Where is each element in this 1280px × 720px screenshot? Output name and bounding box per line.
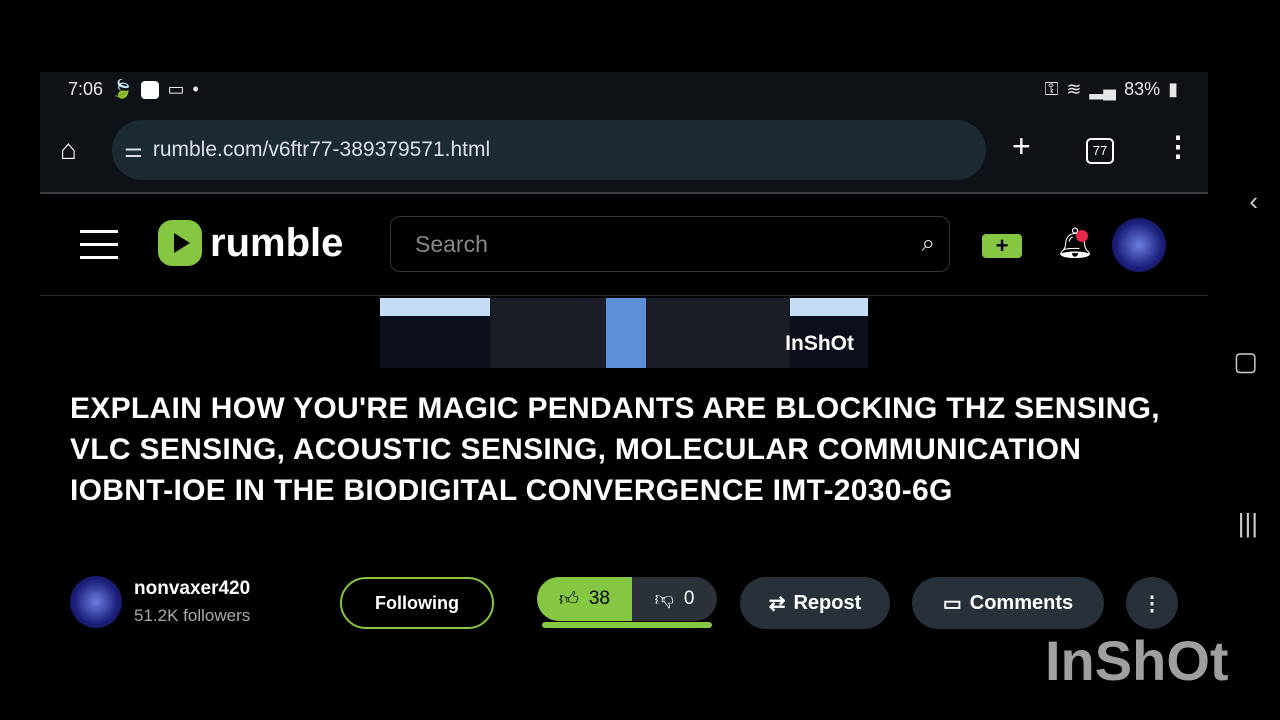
site-settings-icon[interactable]: ⚌ [124,138,143,163]
user-avatar[interactable] [1112,218,1166,272]
battery-level: 83% [1124,79,1161,99]
bell-icon[interactable]: 🔔︎ [1056,226,1094,261]
dot-icon: • [192,79,199,99]
dislike-button[interactable]: 👎︎ 0 [632,577,717,621]
inshot-watermark: InShOt [1045,629,1229,692]
vpn-key-icon: ⚿ [1044,79,1059,99]
upload-video-icon[interactable]: + [982,234,1022,258]
channel-avatar[interactable] [70,576,122,628]
repost-icon: ⇄ [768,592,786,615]
back-nav-icon[interactable]: ‹ [1249,186,1258,217]
like-ratio-bar [542,622,712,628]
search-input[interactable]: Search ⌕ [390,216,950,272]
hamburger-menu-icon[interactable] [80,230,118,269]
kebab-icon: ⋮ [1142,592,1162,615]
address-bar[interactable]: ⚌ rumble.com/v6ftr77-389379571.html [112,120,986,180]
recents-nav-icon[interactable]: ||| [1238,508,1258,539]
video-player[interactable]: InShOt [380,298,868,368]
channel-name[interactable]: nonvaxer420 [134,578,250,600]
search-icon[interactable]: ⌕ [922,217,935,271]
more-menu-icon[interactable]: ⋮ [1164,130,1192,163]
phone-screen: 7:06 🍃 ▭ • ⚿ ≋ ▂▄ 83% ▮ ⌂ ⚌ rumble.com/v6ftr77-3… [40,72,1208,672]
leaf-icon: 🍃 [111,79,134,99]
video-watermark: InShOt [785,332,854,355]
comment-icon: ▭ [942,592,962,615]
repost-button[interactable]: ⇄ Repost [740,577,890,629]
home-icon[interactable]: ⌂ [60,134,77,166]
notification-dot [1076,230,1088,242]
comments-button[interactable]: ▭ Comments [912,577,1104,629]
follower-count: 51.2K followers [134,606,251,625]
like-button[interactable]: 👍︎ 38 [537,577,632,621]
vote-buttons: 👍︎ 38 👎︎ 0 [537,577,717,621]
tab-count-button[interactable]: 77 [1086,138,1114,164]
signal-icon: ▂▄ [1089,79,1117,99]
site-header: rumble Search ⌕ + 🔔︎ [40,196,1208,296]
browser-toolbar: ⌂ ⚌ rumble.com/v6ftr77-389379571.html + 7… [40,108,1208,194]
video-title: EXPLAIN HOW YOU'RE MAGIC PENDANTS ARE BL… [70,392,1160,507]
thumbs-down-icon: 👎︎ [654,588,674,610]
url-text: rumble.com/v6ftr77-389379571.html [152,138,491,161]
camera-icon: ▭ [167,79,185,99]
wifi-icon: ≋ [1066,79,1082,99]
new-tab-icon[interactable]: + [1012,128,1031,165]
more-options-button[interactable]: ⋮ [1126,577,1178,629]
thumbs-up-icon: 👍︎ [559,588,579,610]
battery-icon: ▮ [1168,79,1178,99]
following-button[interactable]: Following [340,577,494,629]
status-bar: 7:06 🍃 ▭ • ⚿ ≋ ▂▄ 83% ▮ [40,72,1208,108]
clock: 7:06 [68,79,104,99]
rumble-logo[interactable]: rumble [158,220,343,266]
app-icon [141,80,160,99]
home-nav-icon[interactable]: ▢ [1233,346,1258,377]
play-logo-icon [158,220,202,266]
